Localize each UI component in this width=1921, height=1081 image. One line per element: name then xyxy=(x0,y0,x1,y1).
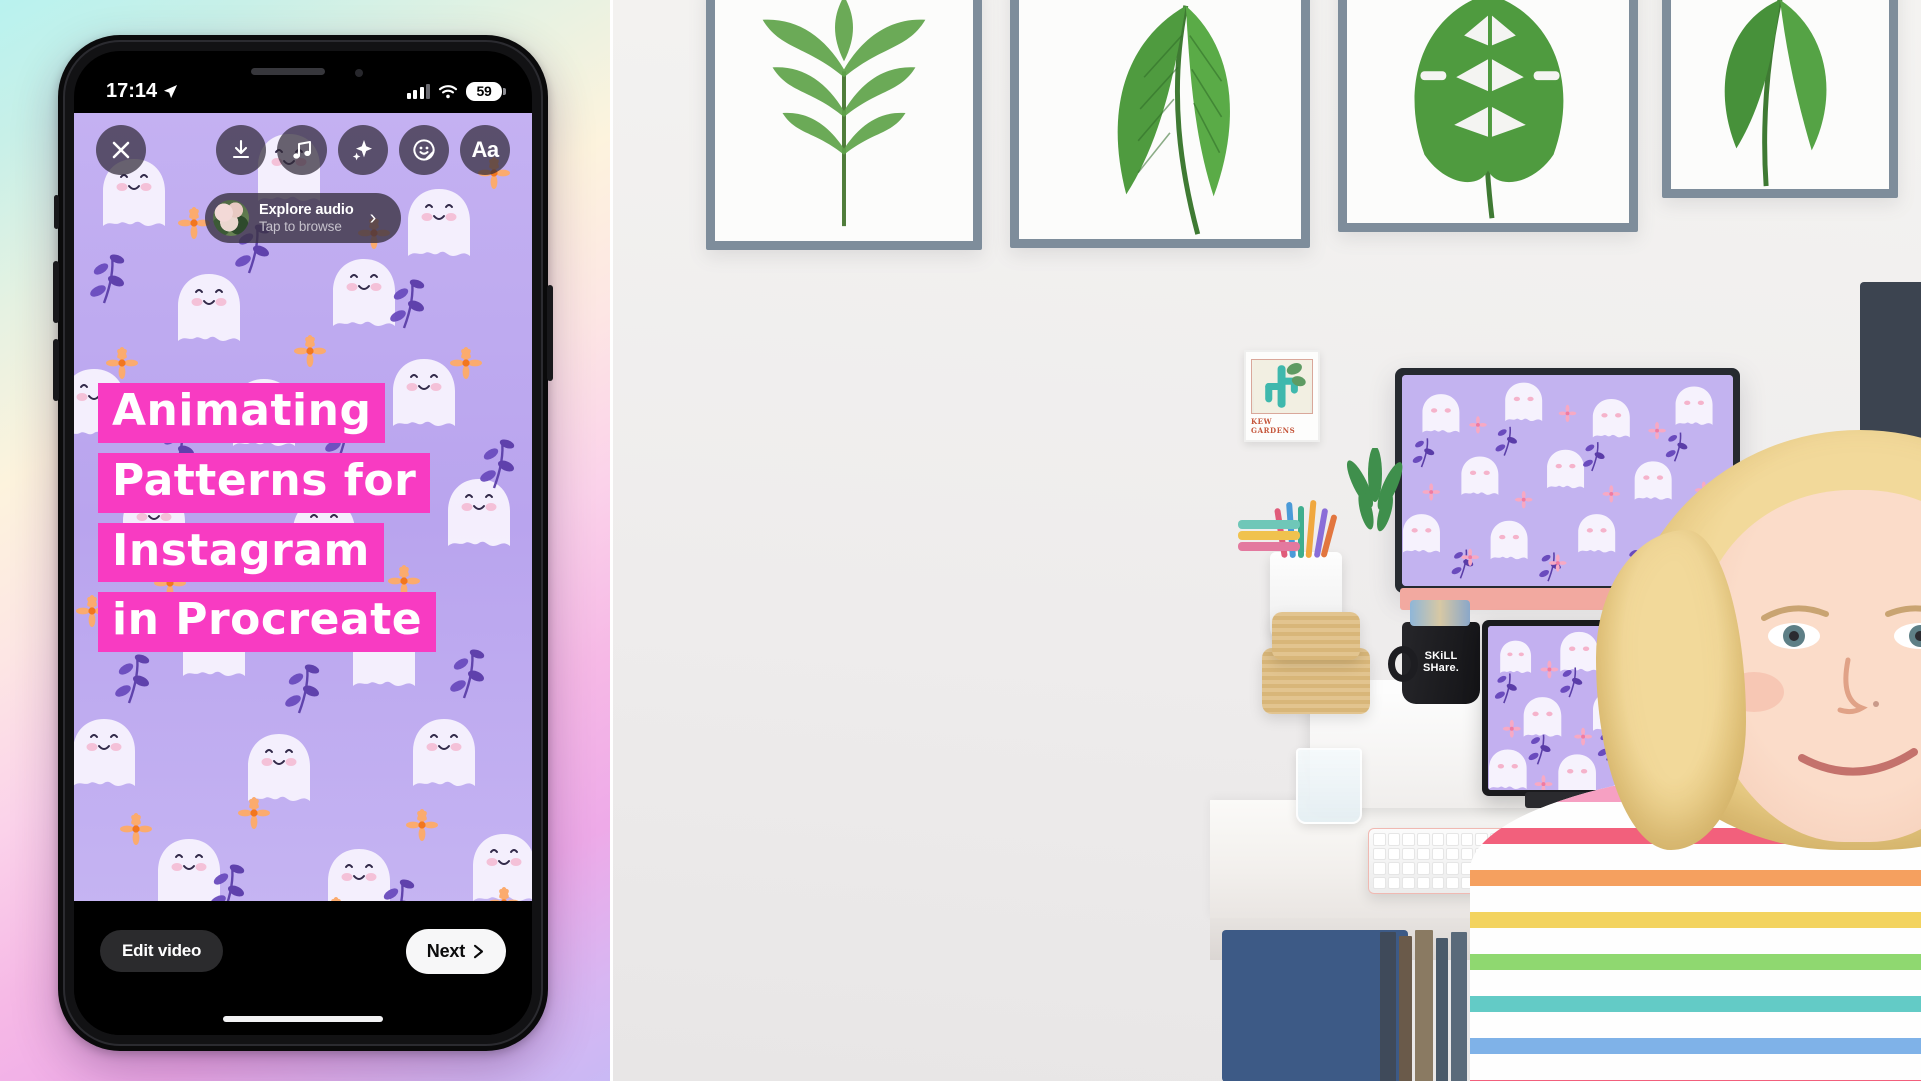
woven-basket-small xyxy=(1272,612,1360,660)
pens-in-mug xyxy=(1410,600,1470,626)
edit-video-button[interactable]: Edit video xyxy=(100,930,224,972)
explore-audio-subtitle: Tap to browse xyxy=(259,218,342,234)
mini-cactus-poster: KEW GARDENS xyxy=(1244,350,1320,442)
status-bar-left: 17:14 xyxy=(106,80,178,103)
mug-text-line-1: SKiLL xyxy=(1424,650,1458,663)
next-button[interactable]: Next xyxy=(405,928,506,974)
small-plant xyxy=(1344,446,1406,568)
location-arrow-icon xyxy=(164,84,178,98)
panel-divider xyxy=(610,0,613,1081)
framed-banana-leaf-print xyxy=(1010,0,1310,248)
leaf-artwork-right xyxy=(1724,0,1827,187)
iphone-device: 17:14 59 Aa Explore audio Tap to browse … xyxy=(53,35,553,1051)
explore-audio-pill[interactable]: Explore audio Tap to browse › xyxy=(205,193,401,243)
story-title-line[interactable]: Instagram xyxy=(98,522,384,583)
phone-display: 17:14 59 Aa Explore audio Tap to browse … xyxy=(74,51,532,1035)
power-button[interactable] xyxy=(547,285,553,381)
mug-handle xyxy=(1388,646,1418,682)
battery-level: 59 xyxy=(476,83,492,99)
webcam-room-panel: KEW GARDENS SKiLL SHare. xyxy=(610,0,1921,1081)
cactus-poster-icon xyxy=(1251,359,1313,414)
mug-text: SKiLL SHare. xyxy=(1423,651,1459,674)
album-artwork-thumbnail xyxy=(213,200,249,236)
mug-text-line-2: SHare. xyxy=(1422,662,1460,674)
volume-up-button[interactable] xyxy=(53,261,59,323)
close-icon[interactable] xyxy=(96,125,146,175)
story-title-line[interactable]: Animating xyxy=(98,383,386,443)
story-title-line[interactable]: Patterns for xyxy=(98,452,431,513)
earpiece-speaker xyxy=(251,68,325,75)
volume-down-button[interactable] xyxy=(53,339,59,401)
download-icon[interactable] xyxy=(216,125,266,175)
silent-switch[interactable] xyxy=(54,195,59,229)
sticker-smiley-icon[interactable] xyxy=(399,125,449,175)
drinking-glass xyxy=(1296,748,1362,824)
framed-monstera-leaf-print xyxy=(1338,0,1638,232)
next-button-label: Next xyxy=(426,940,465,961)
story-toolbar: Aa xyxy=(74,125,532,175)
framed-botanical-leaf-print xyxy=(706,0,982,250)
home-indicator[interactable] xyxy=(223,1016,383,1022)
framed-botanical-print-right xyxy=(1662,0,1898,198)
story-bottom-bar: Edit video Next xyxy=(74,901,532,1035)
cellular-signal-icon xyxy=(406,83,430,99)
explore-audio-title: Explore audio xyxy=(259,202,354,219)
text-aa-icon[interactable]: Aa xyxy=(460,125,510,175)
status-bar-right: 59 xyxy=(406,81,506,101)
explore-audio-texts: Explore audio Tap to browse xyxy=(259,202,354,233)
mini-poster-caption: KEW GARDENS xyxy=(1251,417,1296,435)
phone-screen-recording-panel: 17:14 59 Aa Explore audio Tap to browse … xyxy=(0,0,610,1081)
screenshot-stage: 17:14 59 Aa Explore audio Tap to browse … xyxy=(0,0,1921,1081)
wifi-icon xyxy=(438,84,458,98)
sparkles-icon[interactable] xyxy=(338,125,388,175)
chevron-right-icon xyxy=(473,944,484,958)
leaf-artwork xyxy=(762,0,926,227)
story-title-overlay[interactable]: Animating Patterns for Instagram in Proc… xyxy=(74,383,532,652)
device-notch xyxy=(205,51,401,95)
status-time: 17:14 xyxy=(106,79,158,102)
front-camera xyxy=(355,69,363,77)
presenter-body: Art is for everyone. xyxy=(1470,430,1921,1081)
story-toolbar-actions: Aa xyxy=(216,125,510,175)
monstera-artwork xyxy=(1414,0,1564,219)
washi-tape-stack xyxy=(1238,518,1302,556)
music-note-icon[interactable] xyxy=(277,125,327,175)
chevron-right-icon: › xyxy=(369,206,377,229)
battery-indicator: 59 xyxy=(466,81,506,101)
story-title-line[interactable]: in Procreate xyxy=(98,592,437,652)
banana-leaf-artwork xyxy=(1117,5,1230,235)
